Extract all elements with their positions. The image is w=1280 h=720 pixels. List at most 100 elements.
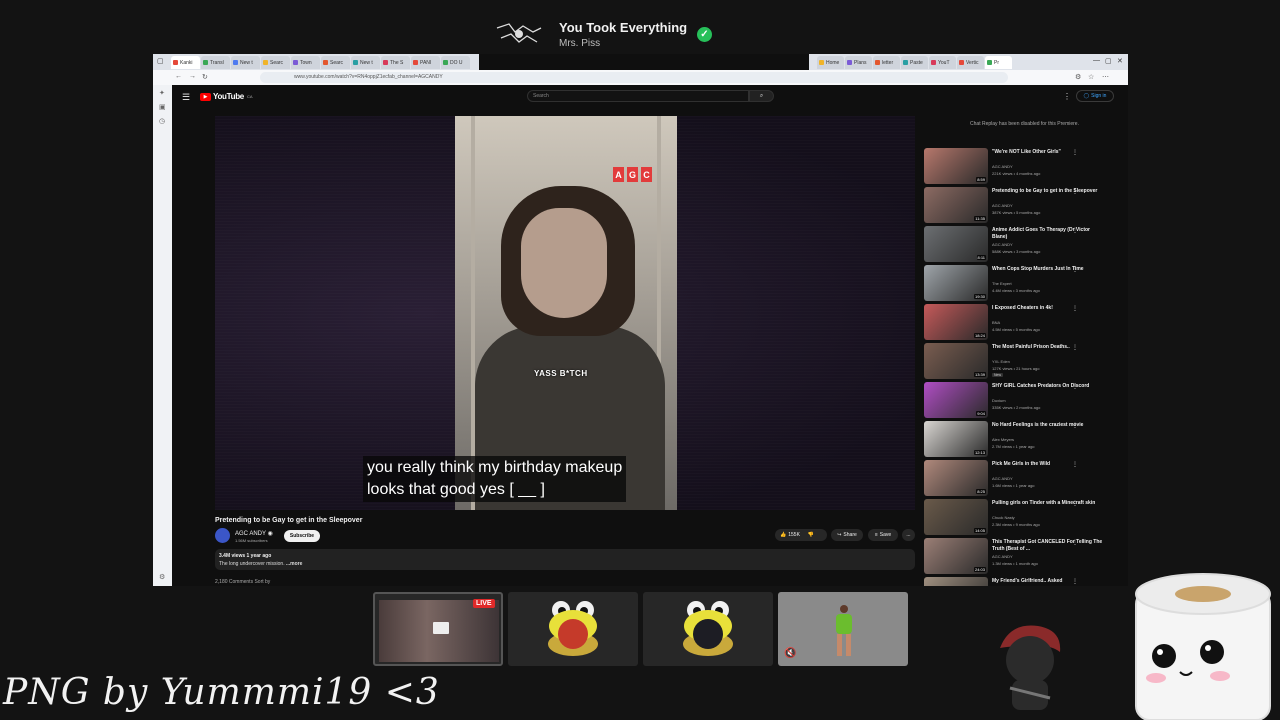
recommended-video[interactable]: 8:59 "We're NOT Like Other Girls" AGC ANDY…: [924, 148, 1114, 184]
more-options-icon[interactable]: ⋮: [1063, 92, 1071, 101]
extensions-icon[interactable]: ⚙: [1075, 73, 1081, 81]
recommended-channel[interactable]: AGC ANDY: [992, 203, 1013, 208]
sign-in-button[interactable]: ◯ Sign in: [1076, 90, 1114, 102]
more-options-icon[interactable]: ⋮: [1072, 461, 1078, 468]
more-options-icon[interactable]: ⋮: [1072, 500, 1078, 507]
recommended-video[interactable]: 18:24 I Exposed Cheaters in 4k! BNA 4.5M vi…: [924, 304, 1114, 340]
recommended-video[interactable]: 12:13 No Hard Feelings is the craziest mo…: [924, 421, 1114, 457]
description-box[interactable]: 3.4M views 1 year ago The long undercove…: [215, 549, 915, 570]
recommended-channel[interactable]: Alex Meyers: [992, 437, 1014, 442]
share-button[interactable]: ↪ Share: [831, 529, 863, 541]
browser-tab[interactable]: PANI: [411, 56, 440, 69]
recommended-video[interactable]: 9:04 SHY GIRL Catches Predators On Discor…: [924, 382, 1114, 418]
recommended-title[interactable]: Anime Addict Goes To Therapy (Dr Victor …: [992, 227, 1104, 241]
video-thumbnail[interactable]: [924, 577, 988, 586]
browser-tab[interactable]: Paste: [901, 56, 928, 69]
sidebar-collections-icon[interactable]: ▣: [159, 103, 166, 111]
video-thumbnail[interactable]: 11:35: [924, 187, 988, 223]
dislike-icon[interactable]: 👎: [808, 532, 814, 538]
recommended-title[interactable]: SHY GIRL Catches Predators On Discord: [992, 383, 1104, 390]
video-thumbnail[interactable]: 12:13: [924, 421, 988, 457]
browser-tab[interactable]: DO U: [441, 56, 470, 69]
browser-tab[interactable]: Searc: [321, 56, 350, 69]
video-thumbnail[interactable]: 13:39: [924, 343, 988, 379]
browser-tab[interactable]: Home: [817, 56, 844, 69]
browser-menu-icon[interactable]: ⋯: [1102, 73, 1109, 81]
recommended-video[interactable]: 13:39 The Most Painful Prison Deaths.. YXL…: [924, 343, 1114, 379]
participant-tile[interactable]: 🔇: [778, 592, 908, 666]
recommended-channel[interactable]: Duxium: [992, 398, 1006, 403]
search-button[interactable]: ⌕: [749, 90, 774, 102]
recommended-title[interactable]: Pick Me Girls in the Wild: [992, 461, 1104, 468]
minimize-icon[interactable]: —: [1093, 57, 1100, 64]
channel-avatar[interactable]: [215, 528, 230, 543]
window-menu-icon[interactable]: ▢: [157, 57, 164, 65]
like-icon[interactable]: 👍: [780, 532, 786, 538]
recommended-channel[interactable]: AGC ANDY: [992, 164, 1013, 169]
more-options-icon[interactable]: ⋮: [1072, 266, 1078, 273]
recommended-channel[interactable]: AGC ANDY: [992, 242, 1013, 247]
browser-tab[interactable]: New t: [231, 56, 260, 69]
recommended-channel[interactable]: BNA: [992, 320, 1000, 325]
close-window-icon[interactable]: ✕: [1117, 57, 1123, 65]
show-more-link[interactable]: ...more: [286, 561, 302, 567]
browser-tab[interactable]: New t: [351, 56, 380, 69]
hamburger-menu-icon[interactable]: ☰: [182, 92, 190, 103]
browser-tab[interactable]: Plans: [845, 56, 872, 69]
subscribe-button[interactable]: Subscribe: [284, 530, 320, 542]
sidebar-tabs-icon[interactable]: ✦: [159, 89, 165, 97]
video-thumbnail[interactable]: 9:04: [924, 382, 988, 418]
recommended-title[interactable]: When Cops Stop Murders Just In Time: [992, 266, 1104, 273]
more-options-icon[interactable]: ⋮: [1072, 422, 1078, 429]
recommended-video[interactable]: 8:25 Pick Me Girls in the Wild AGC ANDY 1.6…: [924, 460, 1114, 496]
recommended-title[interactable]: No Hard Feelings is the craziest movie: [992, 422, 1104, 429]
participant-tile[interactable]: [643, 592, 773, 666]
search-input[interactable]: Search: [527, 90, 749, 102]
video-thumbnail[interactable]: 24:03: [924, 538, 988, 574]
reload-icon[interactable]: ↻: [202, 73, 208, 81]
recommended-channel[interactable]: AGC ANDY: [992, 476, 1013, 481]
video-thumbnail[interactable]: 8:25: [924, 460, 988, 496]
sidebar-history-icon[interactable]: ◷: [159, 117, 165, 125]
recommended-title[interactable]: Pretending to be Gay to get in the Sleep…: [992, 188, 1104, 195]
recommended-video[interactable]: 8:11 Anime Addict Goes To Therapy (Dr Vic…: [924, 226, 1114, 262]
video-player[interactable]: A G C YASS B*TCH you really think my bir…: [215, 116, 915, 510]
recommended-title[interactable]: This Therapist Got CANCELED For Telling …: [992, 539, 1104, 553]
browser-tab[interactable]: Searc: [261, 56, 290, 69]
recommended-channel[interactable]: AGC ANDY: [992, 554, 1013, 559]
browser-tab[interactable]: Transl: [201, 56, 230, 69]
video-thumbnail[interactable]: 8:59: [924, 148, 988, 184]
browser-tab[interactable]: letter: [873, 56, 900, 69]
video-thumbnail[interactable]: 18:24: [924, 304, 988, 340]
recommended-title[interactable]: "We're NOT Like Other Girls": [992, 149, 1104, 156]
channel-name[interactable]: AGC ANDY ◉: [235, 530, 273, 537]
participant-tile-screen-share[interactable]: LIVE: [373, 592, 503, 666]
more-options-icon[interactable]: ⋮: [1072, 344, 1078, 351]
recommended-channel[interactable]: YXL Eden: [992, 359, 1010, 364]
recommended-video[interactable]: 24:03 This Therapist Got CANCELED For Tel…: [924, 538, 1114, 574]
browser-tab[interactable]: Town: [291, 56, 320, 69]
more-options-icon[interactable]: ⋮: [1072, 227, 1078, 234]
recommended-title[interactable]: My Friend's Girlfriend.. Asked: [992, 578, 1104, 585]
more-options-icon[interactable]: ⋮: [1072, 383, 1078, 390]
recommended-video[interactable]: 11:35 Pretending to be Gay to get in the …: [924, 187, 1114, 223]
more-options-icon[interactable]: ⋮: [1072, 149, 1078, 156]
recommended-video[interactable]: My Friend's Girlfriend.. Asked ⋮: [924, 577, 1114, 586]
video-thumbnail[interactable]: 8:11: [924, 226, 988, 262]
browser-tab[interactable]: The S: [381, 56, 410, 69]
browser-tab[interactable]: Vertic: [957, 56, 984, 69]
recommended-title[interactable]: I Exposed Cheaters in 4k!: [992, 305, 1104, 312]
maximize-icon[interactable]: ▢: [1105, 57, 1112, 65]
recommended-channel[interactable]: The Expert: [992, 281, 1012, 286]
video-thumbnail[interactable]: 14:05: [924, 499, 988, 535]
video-thumbnail[interactable]: 19:30: [924, 265, 988, 301]
url-field[interactable]: www.youtube.com/watch?v=RN4oppjZ1ecfab_c…: [260, 72, 1008, 83]
forward-icon[interactable]: →: [189, 73, 196, 80]
more-options-icon[interactable]: ⋮: [1072, 539, 1078, 546]
browser-tab[interactable]: YouT: [929, 56, 956, 69]
save-button[interactable]: ≡ Save: [868, 529, 898, 541]
more-options-icon[interactable]: ⋮: [1072, 578, 1078, 585]
sidebar-settings-icon[interactable]: ⚙: [159, 573, 165, 581]
recommended-video[interactable]: 19:30 When Cops Stop Murders Just In Time…: [924, 265, 1114, 301]
browser-tab[interactable]: Pr: [985, 56, 1012, 69]
